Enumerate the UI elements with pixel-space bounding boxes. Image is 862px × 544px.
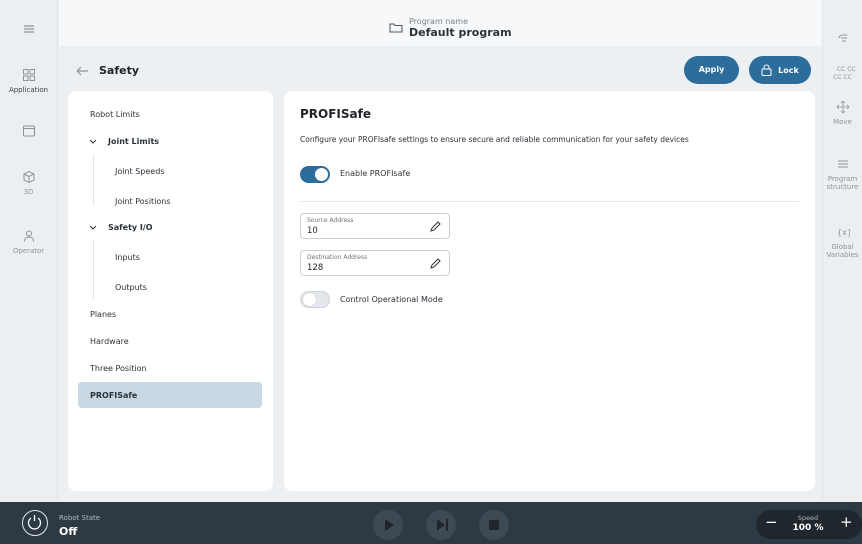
chevron-down-icon: [89, 139, 97, 144]
hand-icon: [838, 34, 847, 42]
speed-value: 100 %: [792, 523, 824, 533]
program-name[interactable]: Program name Default program: [389, 17, 512, 39]
rail-application[interactable]: Application: [0, 68, 57, 94]
power-button[interactable]: [22, 510, 48, 536]
menu-button[interactable]: [0, 22, 57, 40]
play-button[interactable]: [373, 510, 403, 540]
lock-icon: [761, 64, 772, 76]
back-arrow-icon[interactable]: [75, 66, 89, 76]
destination-address-value: 128: [307, 263, 324, 273]
step-icon: [437, 519, 448, 531]
profisafe-panel: PROFISafe Configure your PROFIsafe setti…: [284, 91, 815, 491]
rail-global-variables[interactable]: {x} Global Variables: [823, 225, 862, 259]
nav-outputs[interactable]: Outputs: [115, 283, 147, 292]
control-operational-mode-toggle[interactable]: [300, 291, 330, 308]
nav-planes[interactable]: Planes: [90, 310, 116, 319]
program-name-value: Default program: [409, 26, 512, 39]
source-address-value: 10: [307, 226, 318, 236]
enable-profisafe-toggle[interactable]: [300, 166, 330, 183]
toggle-knob: [303, 293, 316, 306]
section-title: PROFISafe: [300, 107, 371, 121]
nav-joint-speeds[interactable]: Joint Speeds: [115, 167, 164, 176]
edit-pencil-icon[interactable]: [429, 258, 441, 270]
folder-icon: [389, 23, 403, 33]
right-rail: CC CC CC CC Move Program structure {x} G…: [822, 0, 862, 501]
nav-inputs[interactable]: Inputs: [115, 253, 140, 262]
cube-icon: [23, 170, 34, 184]
edit-pencil-icon[interactable]: [429, 221, 441, 233]
enable-profisafe-label: Enable PROFIsafe: [340, 169, 411, 178]
bottom-bar: Robot State Off − Speed 100 % +: [0, 502, 862, 544]
rail-global-variables-label: Global Variables: [826, 243, 859, 259]
nav-three-position[interactable]: Three Position: [90, 364, 147, 373]
lock-label: Lock: [778, 65, 799, 75]
step-button[interactable]: [426, 510, 456, 540]
svg-text:{x}: {x}: [837, 228, 850, 237]
grid-icon: [22, 69, 35, 81]
chevron-down-icon: [89, 225, 97, 230]
move-icon: [836, 100, 849, 114]
control-operational-mode-label: Control Operational Mode: [340, 295, 443, 304]
rail-program-structure-label: Program structure: [826, 175, 859, 191]
joint-limits-guide-line: [93, 154, 94, 206]
nav-robot-limits[interactable]: Robot Limits: [90, 110, 140, 119]
destination-address-label: Destination Address: [307, 254, 368, 261]
nav-hardware[interactable]: Hardware: [90, 337, 129, 346]
rail-operator[interactable]: Operator: [0, 229, 57, 255]
play-icon: [385, 519, 394, 531]
nav-safety-io[interactable]: Safety I/O: [108, 223, 153, 232]
divider: [300, 201, 799, 202]
apply-button[interactable]: Apply: [684, 56, 739, 84]
window-icon: [22, 125, 35, 137]
source-address-field[interactable]: Source Address 10: [300, 213, 450, 239]
rail-window[interactable]: [0, 124, 57, 142]
rail-application-label: Application: [8, 86, 49, 94]
nav-profisafe[interactable]: PROFISafe: [90, 391, 137, 400]
breadcrumb: Safety: [75, 64, 139, 77]
robot-state-value: Off: [59, 525, 78, 538]
speed-control: − Speed 100 % +: [756, 510, 862, 539]
stop-icon: [489, 520, 499, 530]
rail-3d-label: 3D: [23, 188, 34, 196]
section-description: Configure your PROFIsafe settings to ens…: [300, 135, 689, 144]
speed-increase-button[interactable]: +: [840, 513, 853, 531]
rail-program-structure[interactable]: Program structure: [823, 157, 862, 191]
rail-cc[interactable]: CC CC CC CC: [823, 58, 862, 90]
toggle-knob: [315, 168, 328, 181]
stop-button[interactable]: [479, 510, 509, 540]
left-rail: Application 3D Operator: [0, 0, 58, 501]
program-name-label: Program name: [409, 17, 468, 26]
rail-move[interactable]: Move: [823, 100, 862, 126]
hamburger-icon: [23, 25, 34, 33]
speed-decrease-button[interactable]: −: [765, 513, 778, 531]
variables-icon: {x}: [837, 228, 850, 237]
page-title: Safety: [99, 64, 140, 77]
source-address-label: Source Address: [307, 217, 354, 224]
lock-button[interactable]: Lock: [749, 56, 811, 84]
safety-io-guide-line: [93, 241, 94, 299]
robot-state-label: Robot State: [59, 514, 101, 522]
nav-joint-positions[interactable]: Joint Positions: [115, 197, 171, 206]
nav-joint-limits[interactable]: Joint Limits: [108, 137, 159, 146]
rail-cc-label: CC CC CC CC: [833, 66, 856, 81]
rail-move-label: Move: [833, 118, 852, 126]
rail-operator-label: Operator: [12, 247, 45, 255]
destination-address-field[interactable]: Destination Address 128: [300, 250, 450, 276]
rail-freedrive[interactable]: [823, 30, 862, 48]
safety-nav-items: Robot Limits Joint Limits Joint Speeds J…: [68, 91, 273, 491]
person-icon: [23, 230, 34, 242]
list-icon: [837, 160, 848, 168]
power-icon: [27, 515, 42, 530]
rail-3d[interactable]: 3D: [0, 170, 57, 196]
speed-label: Speed: [797, 514, 819, 522]
